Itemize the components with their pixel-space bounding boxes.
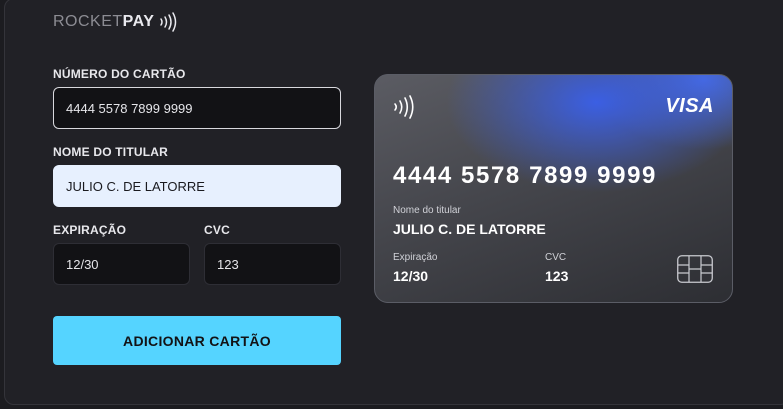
rocketpay-logo: ROCKETPAY bbox=[53, 12, 177, 32]
logo-text-light: ROCKET bbox=[53, 13, 123, 30]
expiry-input[interactable] bbox=[53, 243, 190, 285]
cvc-label: CVC bbox=[204, 223, 230, 237]
holder-name-label: NOME DO TITULAR bbox=[53, 145, 168, 159]
expiry-caption: Expiração bbox=[393, 252, 438, 263]
expiry-label: EXPIRAÇÃO bbox=[53, 223, 127, 237]
card-number-label: NÚMERO DO CARTÃO bbox=[53, 67, 186, 81]
cvc-display: 123 bbox=[545, 268, 569, 284]
cvc-caption: CVC bbox=[545, 252, 567, 263]
add-card-button[interactable]: ADICIONAR CARTÃO bbox=[53, 316, 341, 365]
contactless-icon bbox=[160, 12, 177, 32]
holder-name-input[interactable] bbox=[53, 165, 341, 207]
card-number-display: 4444 5578 7899 9999 bbox=[393, 162, 657, 189]
card-chip-icon bbox=[677, 255, 713, 283]
card-brand-logo: VISA bbox=[665, 95, 714, 117]
contactless-icon bbox=[394, 95, 414, 119]
cvc-input[interactable] bbox=[204, 243, 341, 285]
holder-name-display: JULIO C. DE LATORRE bbox=[393, 221, 546, 237]
expiry-display: 12/30 bbox=[393, 268, 429, 284]
card-preview: VISA 4444 5578 7899 9999 Nome do titular… bbox=[374, 74, 733, 303]
card-number-input[interactable] bbox=[53, 87, 341, 129]
logo-text-bold: PAY bbox=[122, 13, 155, 30]
holder-caption: Nome do titular bbox=[393, 205, 461, 216]
